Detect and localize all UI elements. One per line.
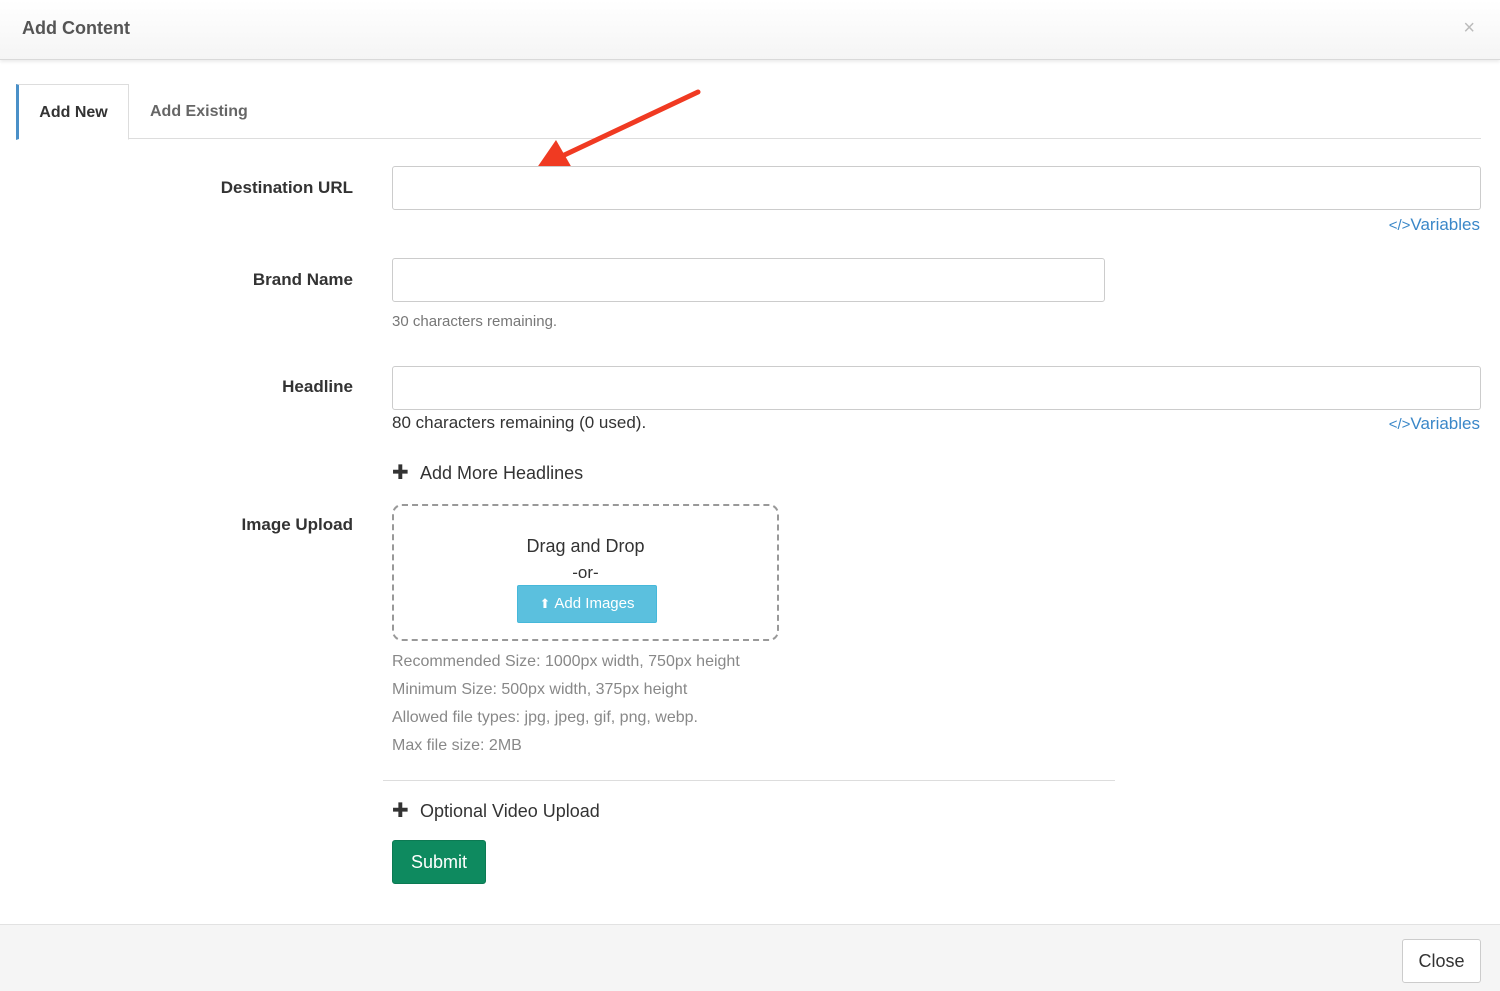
tab-bar: Add New Add Existing (16, 84, 1481, 140)
add-more-headlines-label: Add More Headlines (420, 463, 584, 483)
spec-max-file-size: Max file size: 2MB (392, 737, 522, 754)
annotation-arrow-icon (534, 89, 701, 172)
or-text: -or- (572, 563, 599, 582)
tab-add-existing[interactable]: Add Existing (150, 84, 248, 139)
headline-input[interactable] (392, 366, 1481, 410)
image-upload-label: Image Upload (241, 515, 353, 534)
tab-add-new[interactable]: Add New (16, 84, 129, 140)
add-more-headlines-link[interactable]: ✚ Add More Headlines (392, 460, 583, 485)
brand-name-label: Brand Name (252, 270, 353, 289)
code-icon: </> (1388, 416, 1411, 433)
close-icon[interactable]: × (1463, 18, 1475, 38)
close-button[interactable]: Close (1402, 939, 1481, 983)
add-images-button[interactable]: ⬆ Add Images (517, 585, 657, 623)
modal-header: Add Content × (0, 0, 1500, 60)
upload-icon: ⬆ (539, 596, 551, 611)
destination-url-input[interactable] (392, 166, 1481, 210)
spec-allowed-file-types: Allowed file types: jpg, jpeg, gif, png,… (392, 709, 698, 726)
optional-video-upload-label: Optional Video Upload (420, 801, 600, 821)
modal-footer: Close (0, 924, 1500, 991)
drag-and-drop-text: Drag and Drop (526, 536, 645, 556)
section-divider (383, 780, 1115, 781)
headline-variables-link[interactable]: </>Variables (1389, 414, 1480, 434)
submit-button[interactable]: Submit (392, 840, 486, 884)
destination-url-label: Destination URL (220, 178, 353, 197)
add-content-modal: Add Content × Add New Add Existing Desti… (0, 0, 1500, 991)
destination-url-variables-link[interactable]: </>Variables (1389, 215, 1480, 235)
plus-icon: ✚ (392, 800, 409, 822)
brand-name-helper: 30 characters remaining. (392, 313, 558, 330)
image-dropzone[interactable]: Drag and Drop -or- ⬆ Add Images (392, 504, 779, 641)
modal-title: Add Content (22, 18, 130, 38)
add-images-label: Add Images (554, 595, 635, 612)
optional-video-upload-link[interactable]: ✚ Optional Video Upload (392, 798, 600, 823)
code-icon: </> (1388, 217, 1411, 234)
headline-label: Headline (282, 377, 353, 396)
brand-name-input[interactable] (392, 258, 1105, 302)
plus-icon: ✚ (392, 462, 409, 484)
variables-link-label: Variables (1410, 414, 1480, 433)
spec-minimum-size: Minimum Size: 500px width, 375px height (392, 681, 688, 698)
headline-helper: 80 characters remaining (0 used). (392, 413, 647, 432)
variables-link-label: Variables (1410, 215, 1480, 234)
spec-recommended-size: Recommended Size: 1000px width, 750px he… (392, 653, 740, 670)
